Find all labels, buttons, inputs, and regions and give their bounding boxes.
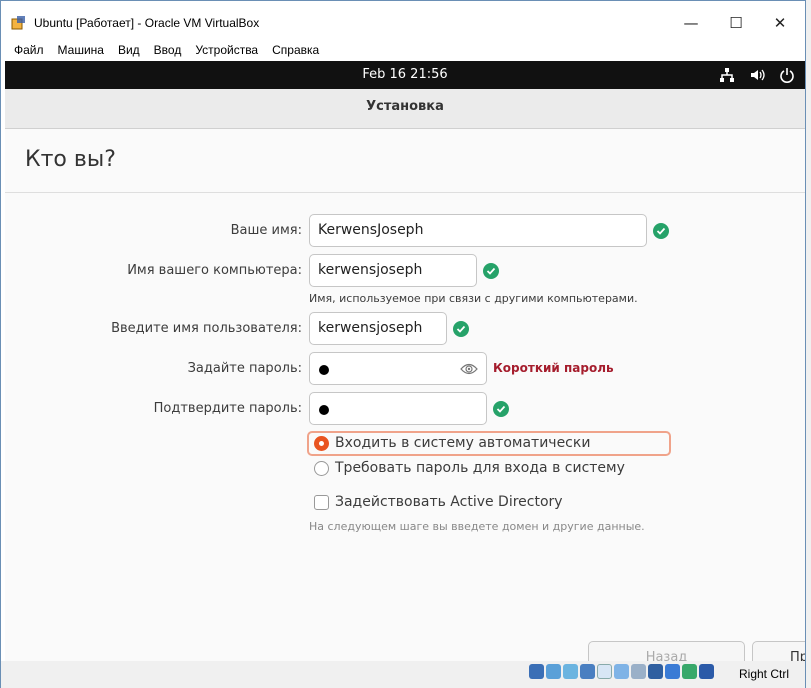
confirm-password-valid-icon [493, 401, 509, 417]
dialog-title: Установка [366, 99, 444, 114]
confirm-password-field[interactable] [309, 392, 487, 425]
menu-file[interactable]: Файл [7, 43, 51, 57]
system-tray[interactable] [719, 67, 795, 83]
active-directory-option[interactable]: Задействовать Active Directory [309, 490, 563, 514]
name-field[interactable] [309, 214, 647, 247]
computer-name-input[interactable] [318, 262, 468, 278]
show-password-icon[interactable] [460, 362, 478, 376]
virtualbox-icon [11, 16, 25, 30]
name-input[interactable] [318, 222, 621, 238]
back-button[interactable]: Назад [588, 641, 745, 661]
autologin-option[interactable]: Входить в систему автоматически [309, 431, 590, 455]
maximize-button[interactable]: ☐ [714, 9, 758, 37]
hard-disk-icon[interactable] [529, 664, 544, 679]
virtualbox-window: Ubuntu [Работает] - Oracle VM VirtualBox… [0, 0, 806, 688]
name-valid-icon [653, 223, 669, 239]
next-button[interactable]: Пр [752, 641, 805, 661]
username-label: Введите имя пользователя: [111, 321, 302, 336]
cpu-icon[interactable] [665, 664, 680, 679]
optical-drive-icon[interactable] [546, 664, 561, 679]
clock[interactable]: Feb 16 21:56 [5, 67, 805, 82]
computer-name-valid-icon [483, 263, 499, 279]
mouse-integration-icon[interactable] [699, 664, 714, 679]
password-mask [319, 365, 329, 375]
autologin-label: Входить в систему автоматически [335, 435, 591, 451]
gnome-top-bar: Feb 16 21:56 [5, 61, 805, 89]
window-title: Ubuntu [Работает] - Oracle VM VirtualBox [34, 16, 260, 30]
require-password-label: Требовать пароль для входа в систему [335, 460, 625, 476]
status-bar: Right Ctrl [1, 661, 805, 688]
installer-dialog: Установка Кто вы? Ваше имя: Имя вашего к… [5, 89, 805, 661]
password-label: Задайте пароль: [187, 361, 302, 376]
volume-icon [751, 69, 765, 81]
network-adapter-icon[interactable] [580, 664, 595, 679]
host-key-label: Right Ctrl [739, 667, 790, 681]
username-valid-icon [453, 321, 469, 337]
maximize-icon: ☐ [729, 14, 743, 32]
power-icon [780, 68, 794, 83]
menu-machine[interactable]: Машина [51, 43, 111, 57]
close-button[interactable]: ✕ [758, 9, 802, 37]
heading-divider [5, 192, 805, 193]
require-password-radio[interactable] [314, 460, 329, 476]
network-icon [720, 68, 734, 82]
name-label: Ваше имя: [230, 223, 302, 238]
autologin-radio[interactable] [314, 435, 329, 451]
require-password-option[interactable]: Требовать пароль для входа в систему [309, 456, 625, 480]
recording-icon[interactable] [648, 664, 663, 679]
menu-input[interactable]: Ввод [147, 43, 189, 57]
guest-additions-icon[interactable] [682, 664, 697, 679]
computer-name-hint: Имя, используемое при связи с другими ко… [309, 292, 638, 305]
computer-name-label: Имя вашего компьютера: [127, 263, 302, 278]
usb-icon[interactable] [597, 664, 612, 679]
minimize-icon: — [683, 14, 699, 32]
active-directory-checkbox[interactable] [314, 494, 329, 510]
menu-view[interactable]: Вид [111, 43, 147, 57]
status-icons [529, 664, 714, 679]
confirm-password-mask [319, 405, 329, 415]
password-field[interactable] [309, 352, 487, 385]
confirm-password-label: Подтвердите пароль: [153, 401, 302, 416]
dialog-header: Установка [5, 89, 805, 129]
display-icon[interactable] [631, 664, 646, 679]
active-directory-hint: На следующем шаге вы введете домен и дру… [309, 520, 645, 533]
computer-name-field[interactable] [309, 254, 477, 287]
username-field[interactable] [309, 312, 447, 345]
audio-icon[interactable] [563, 664, 578, 679]
close-icon: ✕ [773, 14, 787, 32]
title-bar: Ubuntu [Работает] - Oracle VM VirtualBox… [1, 1, 805, 39]
menu-bar: Файл Машина Вид Ввод Устройства Справка [1, 39, 805, 61]
minimize-button[interactable]: — [669, 9, 713, 37]
page-heading: Кто вы? [25, 147, 116, 172]
guest-screen[interactable]: Feb 16 21:56 Установка Кто вы? Ваше имя:… [5, 61, 805, 661]
active-directory-label: Задействовать Active Directory [335, 494, 563, 510]
username-input[interactable] [318, 320, 441, 336]
shared-folders-icon[interactable] [614, 664, 629, 679]
menu-devices[interactable]: Устройства [188, 43, 265, 57]
menu-help[interactable]: Справка [265, 43, 326, 57]
password-strength-warning: Короткий пароль [493, 361, 614, 375]
